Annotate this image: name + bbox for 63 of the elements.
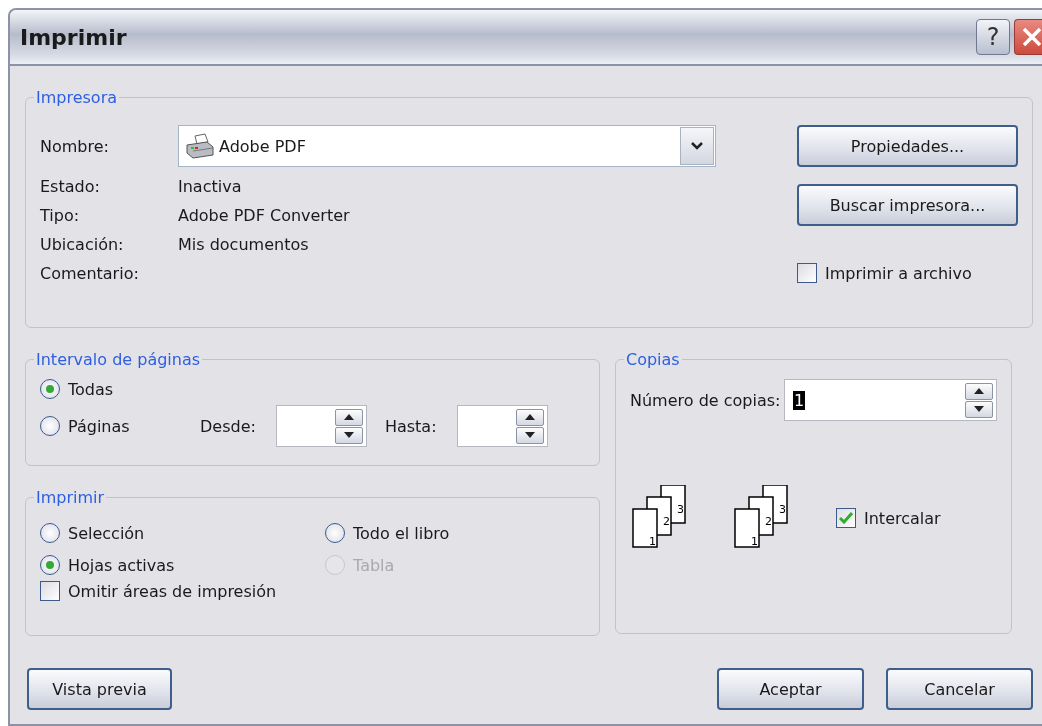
group-title: Intervalo de páginas [35, 350, 202, 369]
field-label: Hasta: [384, 416, 437, 436]
checkbox-label: Intercalar [864, 508, 941, 528]
checkbox-label: Imprimir a archivo [825, 263, 972, 283]
check-icon [839, 512, 853, 524]
field-label: Comentario: [40, 264, 140, 283]
group-title: Imprimir [35, 488, 106, 507]
spin-down-button[interactable] [965, 400, 993, 418]
up-arrow-icon [524, 414, 535, 420]
checkbox[interactable] [797, 263, 817, 283]
radio-button[interactable] [325, 523, 345, 543]
field-label: Nombre: [40, 136, 110, 156]
group-title: Copias [625, 350, 681, 369]
down-arrow-icon [524, 432, 535, 438]
radio-label: Todo el libro [353, 523, 450, 543]
radio-label: Todas [68, 379, 114, 399]
down-arrow-icon [974, 406, 984, 412]
spin-down-button[interactable] [334, 426, 363, 444]
spin-up-button[interactable] [334, 408, 363, 426]
radio-label: Páginas [68, 416, 130, 436]
down-arrow-icon [343, 432, 354, 438]
help-button[interactable]: ? [976, 19, 1010, 55]
dialog-button[interactable]: Propiedades... [797, 125, 1018, 167]
checkbox[interactable] [836, 508, 856, 528]
up-arrow-icon [974, 388, 984, 394]
close-icon [1021, 27, 1042, 47]
up-arrow-icon [343, 414, 354, 420]
field-label: Número de copias: [630, 390, 781, 410]
field-value: Mis documentos [178, 235, 310, 254]
radio-button[interactable] [40, 555, 60, 575]
close-button[interactable] [1014, 19, 1042, 55]
copies-field[interactable]: 1 [784, 379, 997, 421]
printer-icon [185, 133, 215, 159]
field-label: Tipo: [40, 206, 81, 225]
radio-label: Selección [68, 523, 145, 543]
radio-button[interactable] [40, 416, 60, 436]
spin-up-button[interactable] [965, 382, 993, 400]
preview-button[interactable]: Vista previa [27, 668, 172, 710]
radio-button[interactable] [40, 379, 60, 399]
checkbox[interactable] [40, 581, 60, 601]
dropdown-button[interactable] [680, 127, 714, 165]
dialog-button[interactable]: Buscar impresora... [797, 184, 1018, 226]
spin-up-button[interactable] [515, 408, 544, 426]
radio-button[interactable] [40, 523, 60, 543]
collate-pages-drawing: 1 2 3 [632, 485, 690, 551]
window-title: Imprimir [20, 24, 128, 50]
group-title: Impresora [35, 88, 119, 107]
printer-dropdown[interactable]: Adobe PDF [178, 125, 716, 167]
page-from-field[interactable] [275, 405, 367, 447]
radio-label: Tabla [353, 555, 395, 575]
page-to-field[interactable] [456, 405, 548, 447]
field-label: Ubicación: [40, 235, 125, 254]
field-label: Desde: [200, 416, 256, 436]
radio-label: Hojas activas [68, 555, 175, 575]
spin-down-button[interactable] [515, 426, 544, 444]
checkbox-label: Omitir áreas de impresión [68, 581, 277, 601]
collate-pages-drawing: 1 2 3 [734, 485, 792, 551]
field-value: Inactiva [178, 177, 243, 196]
field-label: Estado: [40, 177, 101, 196]
ok-button[interactable]: Aceptar [717, 668, 864, 710]
field-value: Adobe PDF Converter [178, 206, 351, 225]
chevron-down-icon [691, 142, 703, 150]
cancel-button[interactable]: Cancelar [886, 668, 1033, 710]
